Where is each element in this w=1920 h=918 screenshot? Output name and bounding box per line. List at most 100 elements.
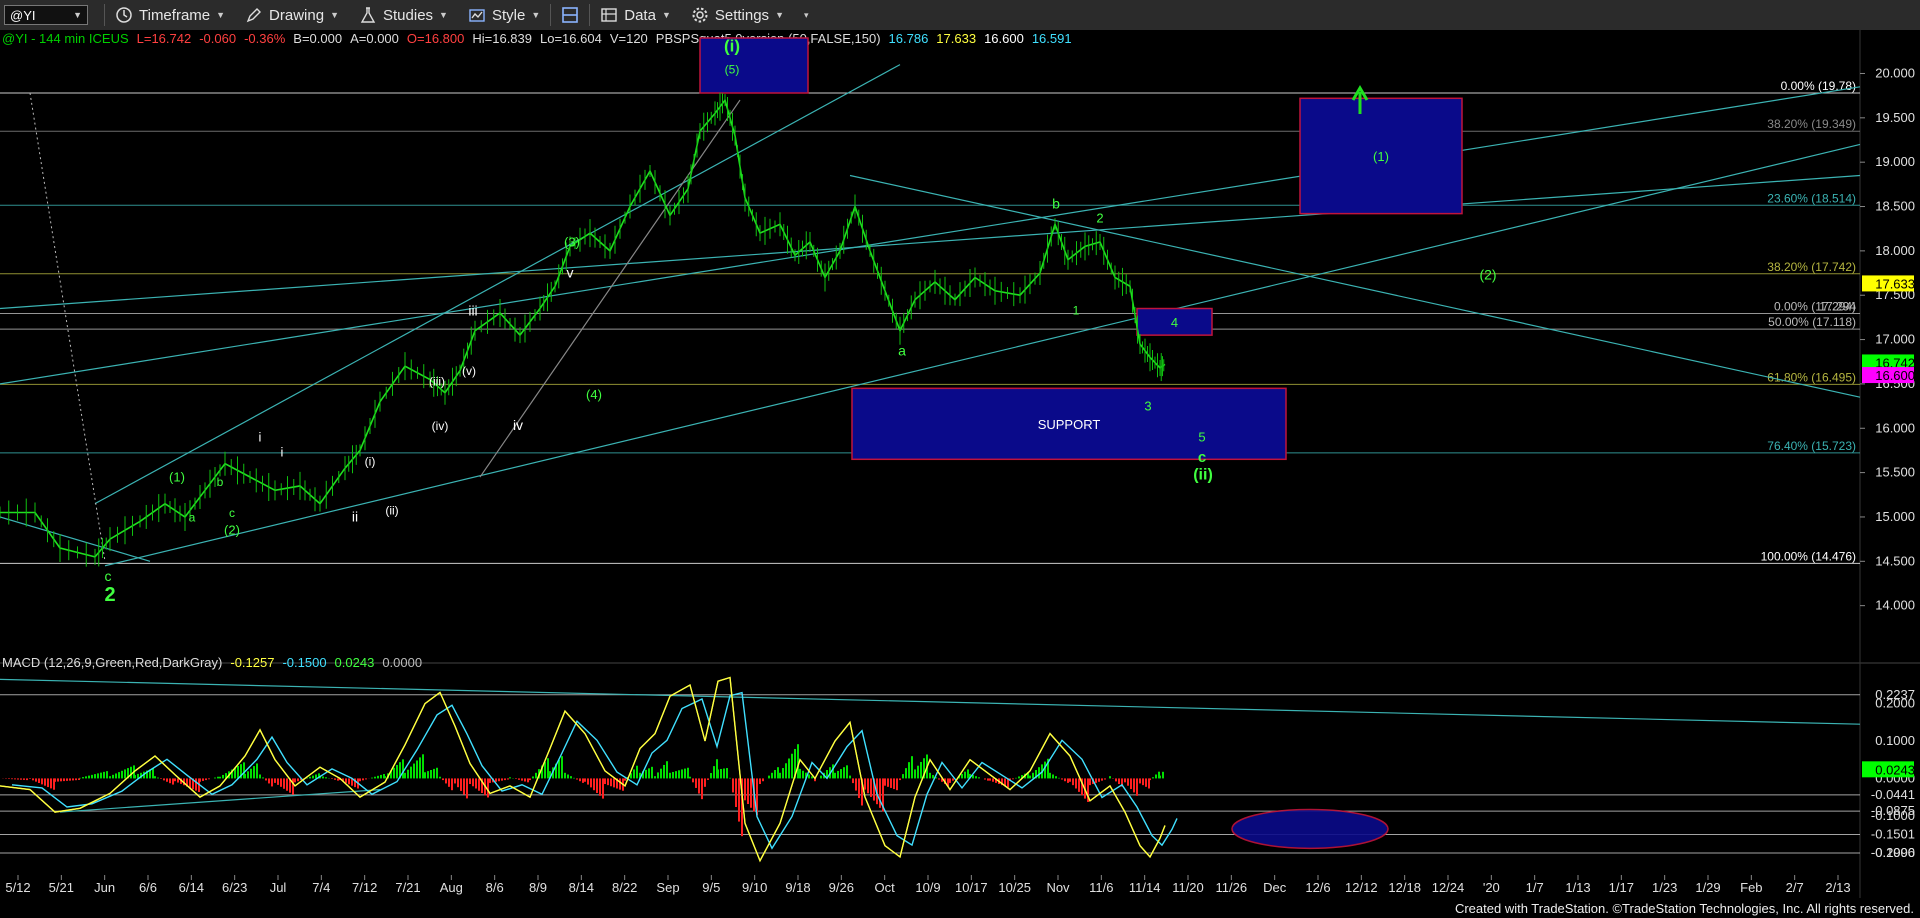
x-axis-label: '20 xyxy=(1483,880,1500,895)
chevron-down-icon: ▼ xyxy=(775,10,784,20)
wave-label: (i) xyxy=(365,455,376,469)
x-axis-label: 6/23 xyxy=(222,880,247,895)
price-header-part: 16.591 xyxy=(1032,31,1072,46)
chart-area: @YI - 144 min ICEUS L=16.742 -0.060 -0.36% B… xyxy=(0,30,1920,898)
chevron-down-icon: ▼ xyxy=(531,10,541,20)
data-button[interactable]: Data ▼ xyxy=(590,0,681,30)
wave-label: iii xyxy=(468,303,477,319)
price-axis-label: 18.000 xyxy=(1875,243,1915,258)
wave-label: (5) xyxy=(725,62,740,76)
x-axis-label: 8/6 xyxy=(486,880,504,895)
macd-header-part: MACD (12,26,9,Green,Red,DarkGray) xyxy=(2,655,222,670)
x-axis-label: 6/14 xyxy=(179,880,204,895)
fib-level-label: 100.00% (14.476) xyxy=(1761,549,1856,563)
data-label: Data xyxy=(624,6,656,24)
wave-label: 2 xyxy=(104,584,115,606)
x-axis-label: 11/14 xyxy=(1129,880,1161,895)
wave-label: i xyxy=(281,445,284,460)
timeframe-button[interactable]: Timeframe ▼ xyxy=(105,0,235,30)
symbol-text: @YI xyxy=(10,7,36,23)
macd-axis-label: -0.0441 xyxy=(1871,787,1915,802)
data-grid-icon xyxy=(601,8,617,22)
wave-label: 1 xyxy=(1073,304,1080,318)
fib-level-label: 61.80% (16.495) xyxy=(1767,370,1856,384)
style-icon xyxy=(469,9,485,22)
price-axis-label: 15.500 xyxy=(1875,465,1915,480)
x-axis-label: 9/26 xyxy=(829,880,854,895)
x-axis-label: 10/25 xyxy=(998,880,1031,895)
box-label: SUPPORT xyxy=(1038,417,1101,432)
fib-level-label: 38.20% (19.349) xyxy=(1767,117,1856,131)
x-axis-label: Nov xyxy=(1046,880,1070,895)
macd-highlight-ellipse xyxy=(1231,808,1389,850)
wave-label: (iii) xyxy=(429,375,445,389)
box-label: (1) xyxy=(1373,149,1389,164)
wave-label: iv xyxy=(513,417,523,433)
wave-label: (2) xyxy=(1479,266,1496,282)
x-axis-label: 2/7 xyxy=(1786,880,1804,895)
clock-icon xyxy=(116,7,132,23)
x-axis-label: 9/18 xyxy=(785,880,810,895)
x-axis-label: 2/13 xyxy=(1825,880,1850,895)
wave-label: 3 xyxy=(1144,399,1151,414)
x-axis-label: 1/29 xyxy=(1695,880,1720,895)
more-button[interactable]: ▾ xyxy=(794,0,819,30)
chevron-down-icon: ▼ xyxy=(439,10,448,20)
chevron-down-icon: ▼ xyxy=(216,10,226,20)
x-axis-label: 1/17 xyxy=(1609,880,1634,895)
timeframe-label: Timeframe xyxy=(139,6,211,24)
x-axis-label: Jun xyxy=(94,880,115,895)
price-header-part: A=0.000 xyxy=(350,31,399,46)
x-axis-label: 10/17 xyxy=(955,880,988,895)
wave-label: a xyxy=(189,510,196,524)
x-axis-label: Oct xyxy=(875,880,896,895)
price-axis-label: 20.000 xyxy=(1875,65,1915,80)
x-axis-label: Aug xyxy=(440,880,463,895)
drawing-button[interactable]: Drawing ▼ xyxy=(235,0,349,30)
price-axis-label: 19.000 xyxy=(1875,154,1915,169)
studies-button[interactable]: Studies ▼ xyxy=(349,0,458,30)
x-axis-label: 6/6 xyxy=(139,880,157,895)
price-axis-label: 16.000 xyxy=(1875,420,1915,435)
macd-flag-label: 0.0243 xyxy=(1875,762,1915,777)
x-axis-label: Dec xyxy=(1263,880,1287,895)
wave-label: a xyxy=(898,343,906,359)
x-axis-label: 11/26 xyxy=(1216,880,1248,895)
x-axis-label: 7/21 xyxy=(395,880,420,895)
macd-axis-label: -0.1000 xyxy=(1871,808,1915,823)
drawing-label: Drawing xyxy=(269,6,325,24)
x-axis-label: 1/7 xyxy=(1526,880,1544,895)
target-box xyxy=(699,37,809,94)
fib-level-label: 38.20% (17.742) xyxy=(1767,260,1856,274)
settings-button[interactable]: Settings ▼ xyxy=(681,0,794,30)
price-header-part: -0.36% xyxy=(244,31,286,46)
wave-label: (v) xyxy=(462,364,476,378)
price-header-part: 16.600 xyxy=(984,31,1024,46)
macd-axis-label: -0.2000 xyxy=(1871,845,1915,860)
price-header-part: Hi=16.839 xyxy=(472,31,532,46)
wave-label: (iv) xyxy=(432,419,449,433)
price-header-part: V=120 xyxy=(610,31,648,46)
price-axis-label: 14.500 xyxy=(1875,553,1915,568)
wave-label: c xyxy=(105,568,112,584)
x-axis-label: 8/9 xyxy=(529,880,547,895)
price-axis-label: 17.000 xyxy=(1875,332,1915,347)
chevron-down-icon: ▾ xyxy=(803,9,809,20)
symbol-selector[interactable]: @YI ▼ xyxy=(4,5,88,25)
price-header-part: @YI - 144 min ICEUS xyxy=(2,31,129,46)
toolbar: @YI ▼ Timeframe ▼ Drawing ▼ Studies ▼ St… xyxy=(0,0,1920,31)
style-button[interactable]: Style ▼ xyxy=(458,0,550,30)
x-axis-label: 1/23 xyxy=(1652,880,1677,895)
wave-label: (ii) xyxy=(385,503,398,517)
x-axis-label: 8/14 xyxy=(569,880,594,895)
studies-label: Studies xyxy=(383,6,434,24)
x-axis-label: 7/4 xyxy=(312,880,330,895)
price-axis-label: 15.000 xyxy=(1875,509,1915,524)
x-axis-label: Sep xyxy=(656,880,679,895)
gear-icon xyxy=(692,7,708,23)
x-axis-label: Jul xyxy=(270,880,287,895)
price-header-part: 17.633 xyxy=(936,31,976,46)
layout-button[interactable] xyxy=(551,0,589,30)
fib-level-label: 0.00% (19.78) xyxy=(1781,79,1856,93)
fib-level-label: 76.40% (15.723) xyxy=(1767,439,1856,453)
